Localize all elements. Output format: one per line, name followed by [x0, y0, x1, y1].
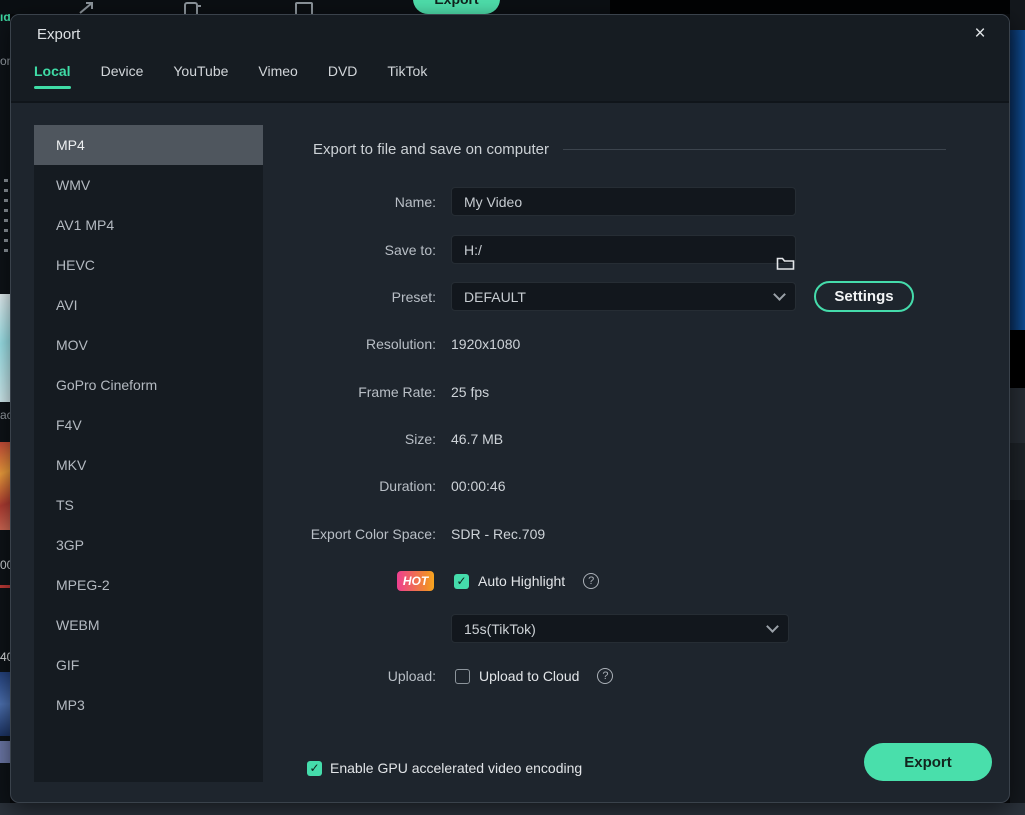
format-item-av1mp4[interactable]: AV1 MP4 — [34, 205, 263, 245]
format-item-webm[interactable]: WEBM — [34, 605, 263, 645]
upload-label: Upload: — [387, 668, 436, 684]
highlight-duration-value: 15s(TikTok) — [464, 620, 536, 637]
dialog-header — [11, 15, 1009, 103]
format-item-mp4[interactable]: MP4 — [34, 125, 263, 165]
laptop-icon — [295, 2, 313, 14]
tab-vimeo[interactable]: Vimeo — [258, 63, 297, 89]
clip-thumbnail — [0, 294, 10, 402]
share-arrow-icon — [79, 2, 93, 14]
highlight-duration-dropdown[interactable]: 15s(TikTok) — [451, 614, 789, 643]
auto-highlight-row: ✓ Auto Highlight ? — [454, 573, 600, 589]
preview-area-fragment — [1010, 30, 1025, 330]
help-icon[interactable]: ? — [597, 668, 614, 684]
browse-folder-button[interactable] — [768, 250, 802, 276]
name-label: Name: — [394, 194, 436, 210]
filmora-app: Export id on ac 00 40 Export × Local Dev… — [0, 0, 1025, 815]
background-text-fragment: on — [0, 54, 10, 68]
playhead-line — [0, 585, 10, 588]
dialog-title: Export — [37, 26, 81, 43]
section-divider — [563, 149, 946, 150]
resolution-value: 1920x1080 — [451, 336, 521, 352]
track-dashes — [4, 179, 8, 254]
save-to-input[interactable]: H:/ — [451, 235, 796, 264]
hot-badge: HOT — [397, 571, 434, 591]
background-export-button[interactable]: Export — [413, 0, 500, 14]
preset-label: Preset: — [391, 289, 436, 305]
chevron-down-icon — [766, 620, 779, 633]
format-item-mpeg2[interactable]: MPEG-2 — [34, 565, 263, 605]
preset-value: DEFAULT — [464, 288, 526, 305]
tab-tiktok[interactable]: TikTok — [387, 63, 427, 89]
auto-highlight-checkbox[interactable]: ✓ — [454, 573, 469, 589]
device-icon — [184, 2, 201, 14]
color-space-label: Export Color Space: — [310, 526, 436, 542]
duration-value: 00:00:46 — [451, 478, 506, 494]
export-dialog: Export × Local Device YouTube Vimeo DVD … — [10, 14, 1010, 803]
duration-label: Duration: — [379, 478, 436, 494]
export-tab-bar: Local Device YouTube Vimeo DVD TikTok — [34, 63, 427, 89]
save-to-label: Save to: — [384, 242, 436, 258]
background-text-fragment: 40 — [0, 650, 10, 664]
clip-thumbnail — [0, 442, 10, 530]
upload-to-cloud-checkbox[interactable] — [455, 668, 470, 684]
timeline-area-fragment — [1010, 500, 1025, 803]
close-icon[interactable]: × — [967, 21, 993, 47]
panel-row-fragment — [1010, 443, 1025, 500]
section-heading: Export to file and save on computer — [313, 141, 549, 158]
color-space-value: SDR - Rec.709 — [451, 526, 546, 542]
folder-icon — [776, 257, 794, 270]
gpu-encoding-checkbox[interactable]: ✓ — [307, 760, 322, 776]
background-left-panel: id on ac 00 40 — [0, 14, 10, 803]
preview-letterbox — [1010, 330, 1025, 388]
settings-button[interactable]: Settings — [814, 281, 914, 312]
export-button[interactable]: Export — [864, 743, 992, 781]
auto-highlight-label: Auto Highlight — [478, 573, 566, 589]
name-input[interactable] — [451, 187, 796, 216]
background-text-fragment: ac — [0, 408, 10, 422]
frame-rate-label: Frame Rate: — [358, 384, 436, 400]
background-right-panel — [1010, 0, 1025, 815]
gpu-row: ✓ Enable GPU accelerated video encoding — [307, 760, 582, 776]
chevron-down-icon — [773, 288, 786, 301]
frame-rate-value: 25 fps — [451, 384, 490, 400]
background-toolbar-dark-area — [610, 0, 1010, 14]
upload-row: Upload to Cloud ? — [455, 668, 614, 684]
size-label: Size: — [404, 431, 436, 447]
background-text-fragment: 00 — [0, 558, 10, 572]
background-text-fragment: id — [0, 14, 10, 24]
tab-youtube[interactable]: YouTube — [173, 63, 228, 89]
background-toolbar: Export — [0, 0, 1025, 14]
upload-to-cloud-label: Upload to Cloud — [479, 668, 580, 684]
clip-thumbnail — [0, 672, 10, 736]
preset-dropdown[interactable]: DEFAULT — [451, 282, 796, 311]
help-icon[interactable]: ? — [583, 573, 600, 589]
background-statusbar — [0, 803, 1025, 815]
gpu-encoding-label: Enable GPU accelerated video encoding — [330, 760, 583, 776]
tab-device[interactable]: Device — [101, 63, 144, 89]
tab-local[interactable]: Local — [34, 63, 71, 89]
resolution-label: Resolution: — [365, 336, 436, 352]
audio-track-bar — [0, 741, 10, 763]
panel-row-fragment — [1010, 388, 1025, 443]
format-item-mp3[interactable]: MP3 — [34, 685, 263, 725]
size-value: 46.7 MB — [451, 431, 504, 447]
tab-dvd[interactable]: DVD — [328, 63, 358, 89]
